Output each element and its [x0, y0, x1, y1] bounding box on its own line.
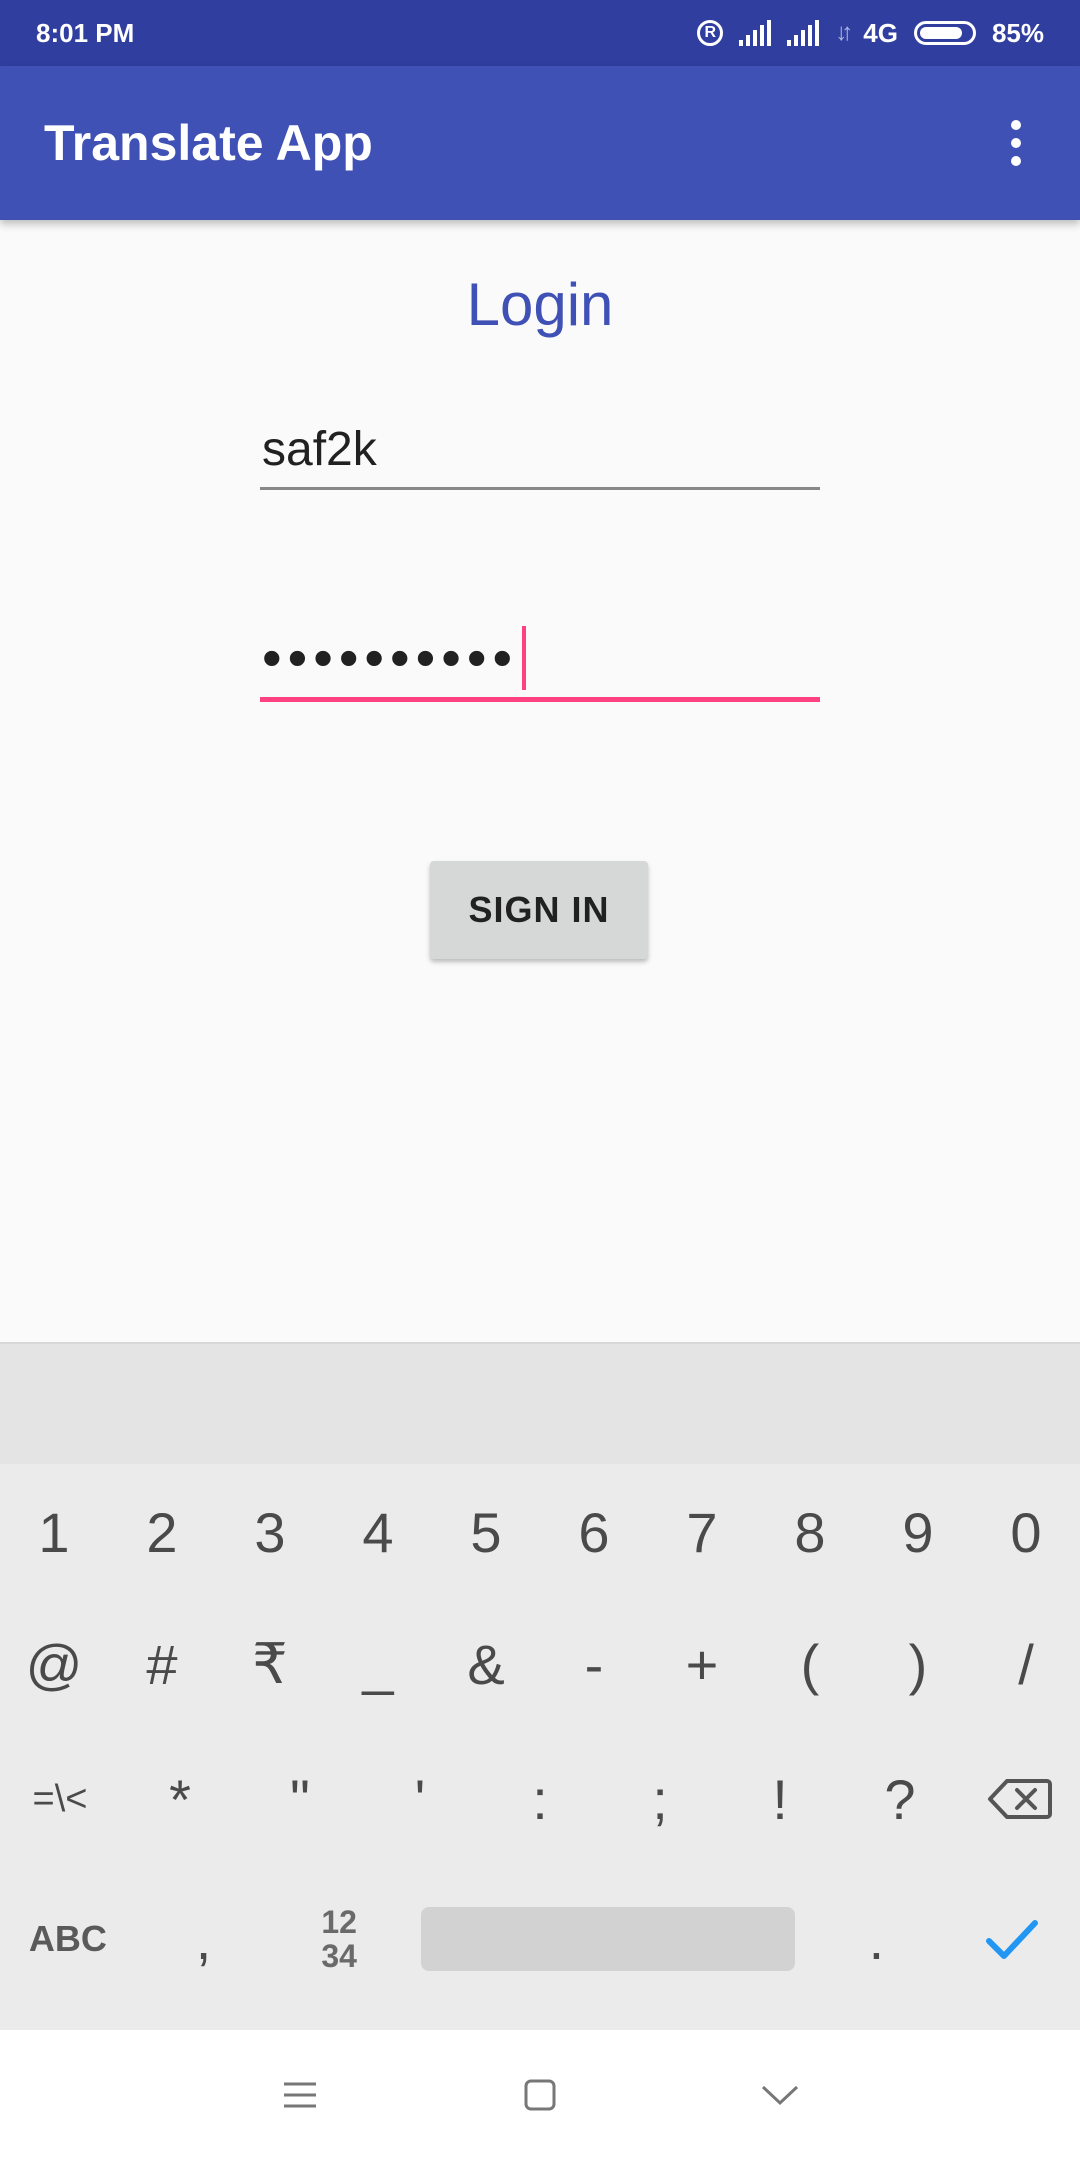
back-chevron-icon[interactable] — [750, 2065, 810, 2125]
space-key[interactable] — [420, 1907, 795, 1971]
key-period[interactable]: . — [822, 1907, 930, 1972]
data-arrows-icon: ↓↑ — [835, 19, 853, 46]
password-field[interactable]: •••••••••• — [260, 618, 820, 702]
key[interactable]: - — [540, 1632, 648, 1697]
key[interactable]: 0 — [972, 1500, 1080, 1565]
key[interactable]: ? — [846, 1767, 954, 1832]
key[interactable]: 8 — [756, 1500, 864, 1565]
key-abc[interactable]: ABC — [14, 1918, 122, 1960]
enter-check-icon[interactable] — [958, 1917, 1066, 1961]
keyboard-row-bottom: ABC , 12 34 . — [0, 1874, 1080, 2004]
key[interactable]: 9 — [864, 1500, 972, 1565]
key[interactable]: @ — [0, 1632, 108, 1697]
key[interactable]: # — [108, 1632, 216, 1697]
home-square-icon[interactable] — [510, 2065, 570, 2125]
status-time: 8:01 PM — [36, 17, 135, 48]
key[interactable]: & — [432, 1632, 540, 1697]
app-bar: Translate App — [0, 66, 1080, 220]
keyboard-row-symbols-2: =\< * " ' : ; ! ? — [0, 1739, 1080, 1859]
battery-icon — [913, 21, 976, 45]
key[interactable]: 7 — [648, 1500, 756, 1565]
key[interactable]: ' — [366, 1767, 474, 1832]
key[interactable]: 3 — [216, 1500, 324, 1565]
key[interactable]: ! — [726, 1767, 834, 1832]
suggestion-strip — [0, 1344, 1080, 1464]
overflow-menu-icon[interactable] — [996, 120, 1036, 166]
key[interactable]: 1 — [0, 1500, 108, 1565]
login-title: Login — [466, 271, 614, 338]
key[interactable]: ; — [606, 1767, 714, 1832]
keyboard: 1 2 3 4 5 6 7 8 9 0 @ # ₹ _ & - + ( ) / … — [0, 1342, 1080, 2032]
battery-percent: 85% — [991, 17, 1044, 48]
app-title: Translate App — [44, 115, 373, 171]
text-cursor — [522, 625, 527, 690]
key[interactable]: _ — [324, 1632, 432, 1697]
key[interactable]: ₹ — [216, 1631, 324, 1697]
key[interactable]: ( — [756, 1632, 864, 1697]
key[interactable]: ) — [864, 1632, 972, 1697]
key[interactable]: " — [246, 1767, 354, 1832]
username-field[interactable]: saf2k — [260, 420, 820, 490]
status-bar: 8:01 PM R ↓↑ 4G 85% — [0, 0, 1080, 66]
sign-in-button[interactable]: SIGN IN — [430, 861, 648, 959]
key[interactable]: 5 — [432, 1500, 540, 1565]
status-icons: R ↓↑ 4G 85% — [697, 18, 1044, 49]
registered-icon: R — [697, 20, 724, 46]
password-mask: •••••••••• — [262, 625, 519, 689]
keyboard-row-symbols-1: @ # ₹ _ & - + ( ) / — [0, 1604, 1080, 1724]
key[interactable]: * — [126, 1767, 234, 1832]
key-number-toggle[interactable]: 12 34 — [285, 1905, 393, 1973]
menu-lines-icon[interactable] — [270, 2065, 330, 2125]
key[interactable]: + — [648, 1632, 756, 1697]
network-type: 4G — [863, 17, 898, 48]
key-more-symbols[interactable]: =\< — [6, 1778, 114, 1821]
key[interactable]: / — [972, 1632, 1080, 1697]
key[interactable]: 2 — [108, 1500, 216, 1565]
backspace-icon[interactable] — [966, 1777, 1074, 1821]
navigation-bar — [0, 2030, 1080, 2160]
key[interactable]: 6 — [540, 1500, 648, 1565]
key-comma[interactable]: , — [149, 1907, 257, 1972]
key[interactable]: 4 — [324, 1500, 432, 1565]
signal-icon — [739, 20, 772, 46]
signal-icon — [787, 20, 820, 46]
key[interactable]: : — [486, 1767, 594, 1832]
keyboard-row-numbers: 1 2 3 4 5 6 7 8 9 0 — [0, 1472, 1080, 1592]
